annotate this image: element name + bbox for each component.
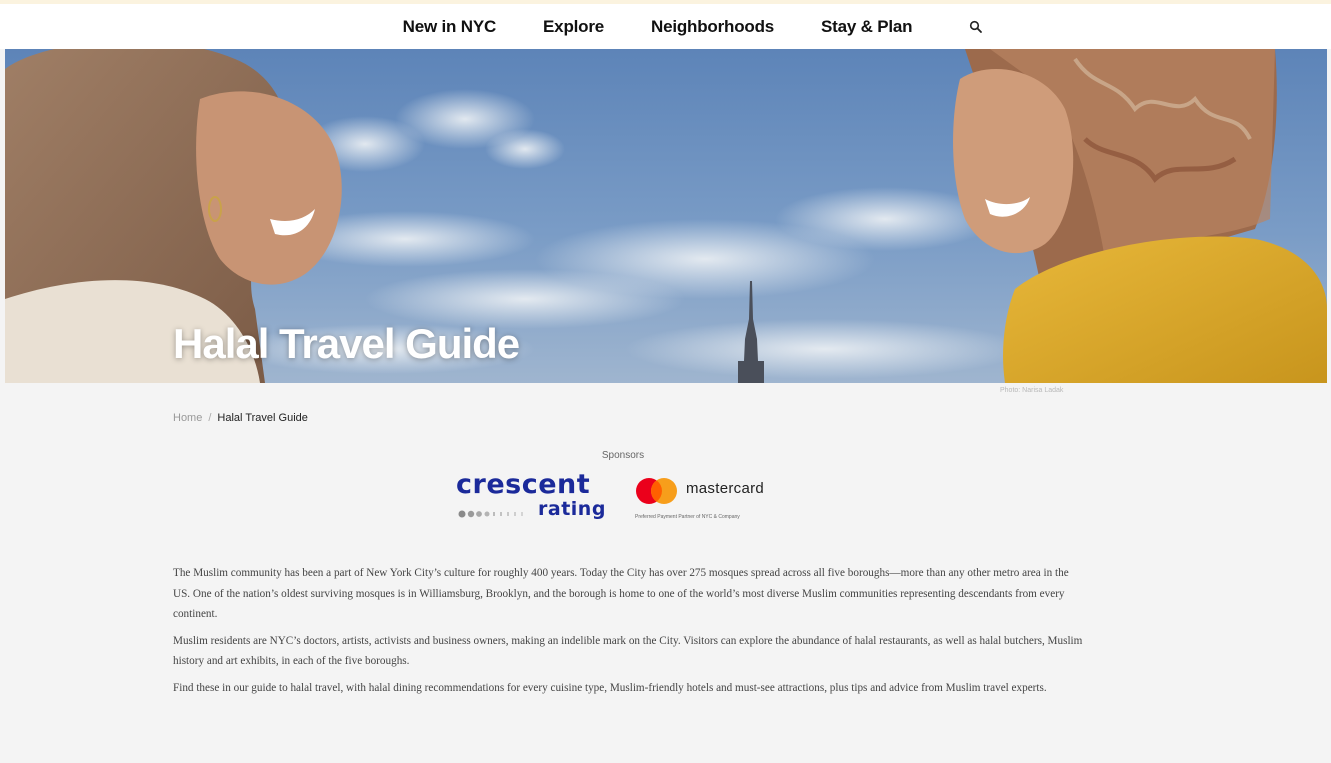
mastercard-circles-icon (636, 478, 677, 504)
rating-logo-word: rating (538, 498, 606, 520)
nav-item-stay-and-plan[interactable]: Stay & Plan (821, 17, 913, 37)
mastercard-logo[interactable]: mastercard Preferred Payment Partner of … (634, 474, 804, 526)
nav-item-new-in-nyc[interactable]: New in NYC (403, 17, 497, 37)
intro-paragraph: Muslim residents are NYC’s doctors, arti… (173, 634, 1083, 668)
main-nav: New in NYC Explore Neighborhoods Stay & … (0, 4, 1331, 49)
breadcrumb-home-link[interactable]: Home (173, 412, 202, 424)
breadcrumb-current: Halal Travel Guide (217, 412, 308, 424)
breadcrumb: Home / Halal Travel Guide (173, 412, 308, 424)
intro-paragraph: The Muslim community has been a part of … (173, 567, 1069, 620)
mastercard-tagline: Preferred Payment Partner of NYC & Compa… (635, 514, 740, 520)
photo-credit: Photo: Narisa Ladak (1000, 387, 1064, 394)
breadcrumb-separator: / (208, 412, 212, 424)
nav-item-explore[interactable]: Explore (543, 17, 604, 37)
search-icon[interactable] (969, 20, 983, 34)
crescent-logo-word: crescent (456, 469, 591, 500)
intro-paragraph: Find these in our guide to halal travel,… (173, 681, 1047, 694)
nav-item-neighborhoods[interactable]: Neighborhoods (651, 17, 774, 37)
crescent-dots-icon (458, 510, 523, 518)
crescent-rating-logo[interactable]: crescent rating (456, 469, 616, 523)
mastercard-logo-word: mastercard (686, 480, 765, 497)
page-title: Halal Travel Guide (173, 320, 520, 367)
intro-text: The Muslim community has been a part of … (173, 563, 1083, 704)
hero-banner: Halal Travel Guide (5, 49, 1327, 383)
sponsors-label: Sponsors (601, 450, 645, 461)
